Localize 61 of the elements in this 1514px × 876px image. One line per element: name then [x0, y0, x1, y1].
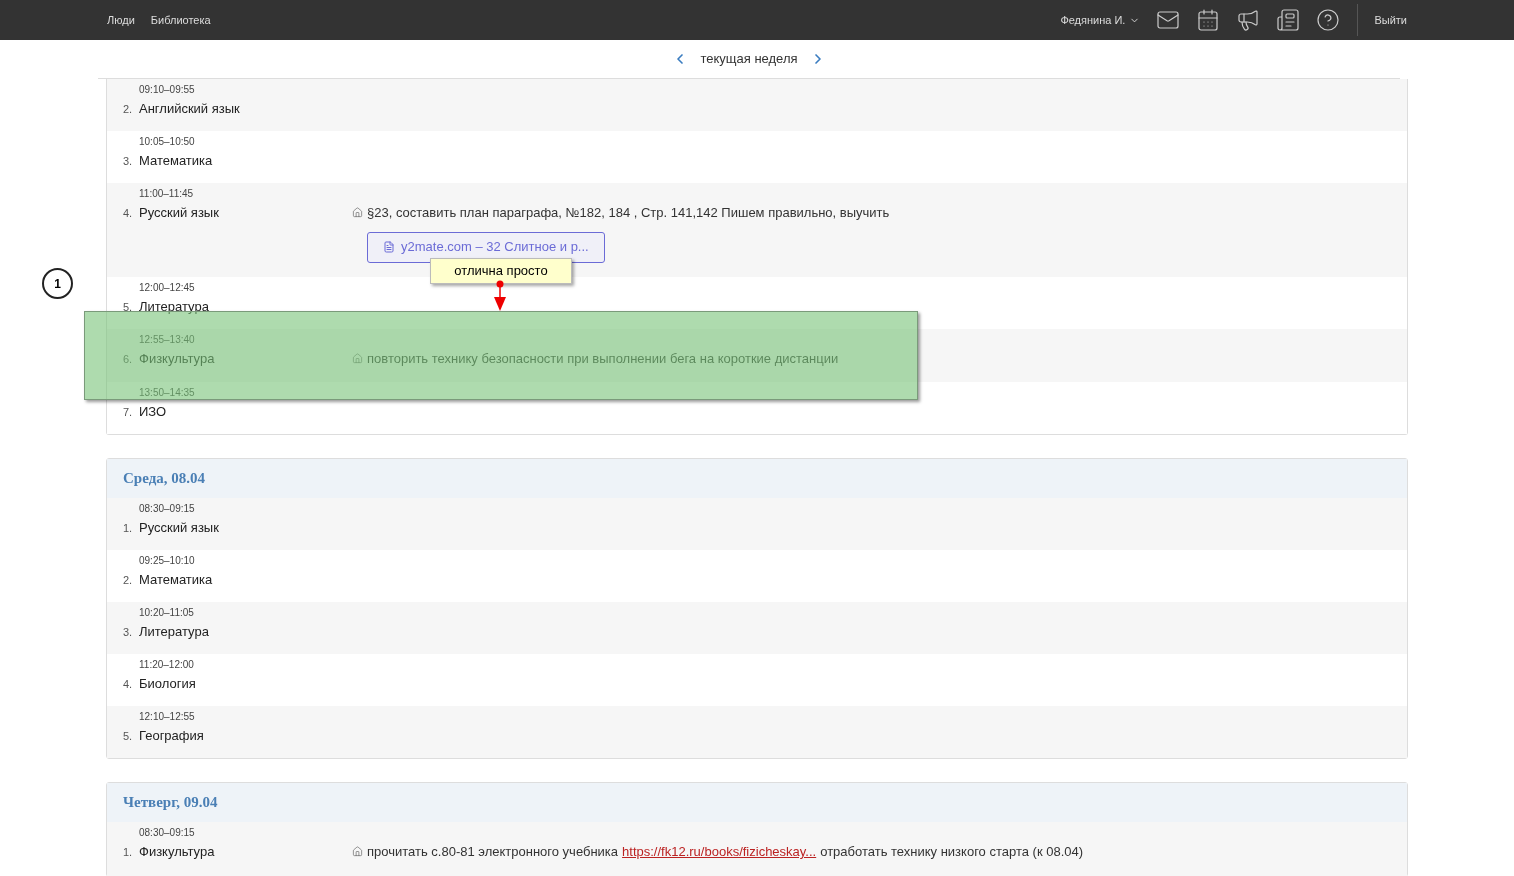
subject-name: ИЗО [139, 403, 167, 421]
lesson-time: 11:20–12:00 [138, 659, 195, 671]
homework-text: §23, составить план параграфа, №182, 184 , Стр. 141,142 Пишем правильно, выучить [367, 204, 890, 222]
arrow-drawing [494, 280, 506, 311]
day-title: Четверг, 09.04 [123, 793, 218, 813]
day-title: Среда, 08.04 [123, 469, 205, 489]
lesson-number: 5. [123, 299, 132, 315]
attachment-button[interactable]: y2mate.com – 32 Слитное и р... [367, 231, 605, 263]
mail-icon[interactable] [1156, 8, 1181, 32]
megaphone-icon[interactable] [1236, 8, 1261, 32]
lesson-time: 12:10–12:55 [138, 711, 196, 723]
file-icon [383, 241, 395, 253]
home-icon [352, 846, 363, 858]
homework-text: повторить технику безопасности при выполнении бега на короткие дистанции [367, 349, 839, 368]
lesson-number: 1. [123, 845, 132, 860]
subject-name: География [139, 727, 204, 745]
help-icon[interactable] [1316, 8, 1341, 32]
lesson-number: 2. [123, 102, 132, 117]
lesson-time: 12:00–12:45 [138, 281, 196, 294]
nav-link[interactable]: Библиотека [150, 11, 211, 29]
subject-name: Русский язык [139, 519, 219, 537]
lesson-time: 09:10–09:55 [138, 84, 196, 96]
callout-tooltip: отлична просто [430, 258, 572, 284]
lesson-number: 4. [123, 206, 132, 221]
lesson-number: 4. [123, 677, 132, 692]
lesson-time: 08:30–09:15 [138, 503, 196, 515]
lesson-time: 13:50–14:35 [138, 387, 196, 399]
lesson-number: 3. [123, 154, 132, 169]
lesson-time: 11:00–11:45 [138, 188, 195, 200]
subject-name: Литература [139, 297, 209, 316]
lesson-number: 2. [123, 573, 132, 588]
calendar-icon[interactable] [1196, 8, 1221, 32]
subject-name: Русский язык [139, 204, 219, 222]
lesson-time: 09:25–10:10 [138, 555, 196, 567]
lesson-number: 7. [123, 405, 132, 420]
homework-text: прочитать с.80-81 электронного учебника [367, 843, 619, 861]
subject-name: Математика [139, 152, 213, 170]
homework-text: отработать технику низкого старта (к 08.04) [820, 843, 1084, 861]
subject-name: Литература [139, 623, 209, 641]
user-menu[interactable]: Федянина И. [1060, 11, 1141, 29]
lesson-time: 12:55–13:40 [138, 333, 196, 346]
nav-link[interactable]: Люди [107, 11, 135, 29]
lesson-time: 10:05–10:50 [138, 136, 196, 148]
lesson-number: 6. [123, 351, 132, 367]
step-marker: 1 [42, 268, 73, 299]
lesson-time: 10:20–11:05 [138, 607, 195, 619]
subject-name: Биология [139, 675, 196, 693]
lesson-time: 08:30–09:15 [138, 827, 196, 839]
homework-link[interactable]: https://fk12.ru/books/fizicheskay... [622, 842, 817, 862]
logout-button[interactable]: Выйти [1374, 11, 1407, 29]
subject-name: Физкультура [139, 349, 215, 368]
newspaper-icon[interactable] [1276, 8, 1301, 32]
week-label: текущая неделя [700, 50, 798, 69]
home-icon [352, 207, 363, 219]
subject-name: Физкультура [139, 843, 215, 861]
subject-name: Математика [139, 571, 213, 589]
lesson-number: 5. [123, 729, 132, 744]
subject-name: Английский язык [139, 100, 240, 118]
lesson-number: 1. [123, 521, 132, 536]
lesson-number: 3. [123, 625, 132, 640]
home-icon [352, 352, 363, 364]
